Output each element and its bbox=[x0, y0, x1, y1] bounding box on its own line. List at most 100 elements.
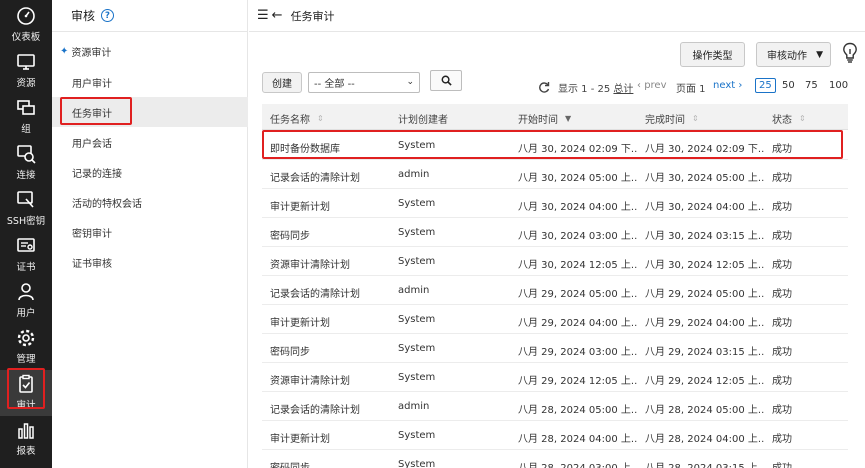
column-header-label: 完成时间 bbox=[645, 115, 685, 126]
pager-prev[interactable]: ‹ prev bbox=[637, 80, 667, 91]
rail-item-dashboard[interactable]: 仪表板 bbox=[0, 2, 52, 48]
pager-page-indicator: 页面 1 bbox=[676, 84, 706, 95]
ssh-key-icon bbox=[17, 191, 34, 208]
gear-icon bbox=[17, 329, 35, 347]
table-cell: 记录会话的清除计划 bbox=[270, 289, 360, 300]
subnav-item-certificate-audit[interactable]: 证书审核 bbox=[52, 247, 248, 277]
table-cell: 成功 bbox=[772, 202, 792, 213]
group-icon bbox=[17, 100, 35, 115]
rail-label: 资源 bbox=[16, 78, 36, 89]
rail-item-ssh-keys[interactable]: SSH密钥 bbox=[0, 186, 52, 232]
audit-action-button[interactable]: 审核动作 ▼ bbox=[756, 42, 831, 67]
refresh-icon[interactable] bbox=[538, 81, 550, 93]
certificate-icon bbox=[17, 238, 35, 252]
table-cell: System bbox=[398, 372, 436, 383]
rail-item-groups[interactable]: 组 bbox=[0, 94, 52, 140]
collapse-menu-icon[interactable]: ☰ bbox=[257, 8, 269, 23]
page-size-100[interactable]: 100 bbox=[829, 80, 848, 91]
rail-item-certificates[interactable]: 证书 bbox=[0, 232, 52, 278]
rail-item-resources[interactable]: 资源 bbox=[0, 48, 52, 94]
table-cell: 成功 bbox=[772, 434, 792, 445]
table-cell: 八月 29, 2024 03:00 上... bbox=[518, 347, 638, 358]
table-row[interactable]: 资源审计清除计划 System 八月 29, 2024 12:05 上... 八月 2… bbox=[262, 363, 848, 392]
pager-total-link[interactable]: 总计 bbox=[613, 84, 633, 95]
subnav-item-user-sessions[interactable]: 用户会话 bbox=[52, 127, 248, 157]
table-cell: 八月 29, 2024 12:05 上... bbox=[645, 376, 765, 387]
table-cell: 八月 30, 2024 12:05 上... bbox=[518, 260, 638, 271]
table-cell: 密码同步 bbox=[270, 347, 310, 358]
table-cell: 八月 30, 2024 03:15 上... bbox=[645, 231, 765, 242]
table-cell: System bbox=[398, 343, 436, 354]
subnav-group-label: 资源审计 bbox=[71, 48, 112, 59]
column-header-status[interactable]: 状态 ⇕ bbox=[772, 111, 806, 126]
audit-action-label: 审核动作 bbox=[767, 51, 807, 62]
rail-item-connections[interactable]: 连接 bbox=[0, 140, 52, 186]
monitor-icon bbox=[17, 54, 35, 70]
dashboard-icon bbox=[17, 7, 35, 25]
table-row[interactable]: 记录会话的清除计划 admin 八月 30, 2024 05:00 上... 八月 3… bbox=[262, 160, 848, 189]
caret-down-icon: ▼ bbox=[816, 50, 823, 60]
column-header-task-name[interactable]: 任务名称 ⇕ bbox=[270, 111, 324, 126]
table-row[interactable]: 密码同步 System 八月 29, 2024 03:00 上... 八月 29, 2… bbox=[262, 334, 848, 363]
column-header-label: 开始时间 bbox=[518, 115, 558, 126]
sort-icon: ⇕ bbox=[799, 114, 806, 123]
table-cell: System bbox=[398, 198, 436, 209]
page-size-25[interactable]: 25 bbox=[755, 78, 776, 93]
subnav-title: 审核 bbox=[71, 9, 96, 23]
back-arrow-icon[interactable]: ← bbox=[272, 8, 283, 23]
pager-next[interactable]: next › bbox=[713, 80, 742, 91]
subnav-item-recorded-connections[interactable]: 记录的连接 bbox=[52, 157, 248, 187]
table-cell: 八月 29, 2024 03:15 上... bbox=[645, 347, 765, 358]
highlight-box-first-row bbox=[262, 130, 843, 159]
rail-item-admin[interactable]: 管理 bbox=[0, 324, 52, 370]
lightbulb-icon[interactable] bbox=[842, 42, 858, 64]
table-row[interactable]: 审计更新计划 System 八月 29, 2024 04:00 上... 八月 29,… bbox=[262, 305, 848, 334]
rail-label: 证书 bbox=[16, 262, 36, 273]
page-size-75[interactable]: 75 bbox=[805, 80, 818, 91]
search-button[interactable] bbox=[430, 70, 462, 91]
highlight-box-task-audit bbox=[60, 97, 132, 125]
table-cell: System bbox=[398, 314, 436, 325]
table-cell: 成功 bbox=[772, 260, 792, 271]
table-cell: 密码同步 bbox=[270, 231, 310, 242]
table-row[interactable]: 记录会话的清除计划 admin 八月 29, 2024 05:00 上... 八月 2… bbox=[262, 276, 848, 305]
table-cell: 八月 29, 2024 05:00 上... bbox=[645, 289, 765, 300]
column-header-end-time[interactable]: 完成时间 ⇕ bbox=[645, 111, 699, 126]
rail-item-users[interactable]: 用户 bbox=[0, 278, 52, 324]
sort-desc-icon: ▼ bbox=[565, 114, 572, 123]
table-row[interactable]: 密码同步 System 八月 30, 2024 03:00 上... 八月 30, 2… bbox=[262, 218, 848, 247]
user-icon bbox=[18, 283, 34, 301]
table-cell: 八月 30, 2024 04:00 上... bbox=[518, 202, 638, 213]
table-cell: 八月 28, 2024 05:00 上... bbox=[518, 405, 638, 416]
help-icon[interactable]: ? bbox=[101, 9, 115, 22]
rail-label: 组 bbox=[21, 124, 31, 135]
operation-type-button[interactable]: 操作类型 bbox=[680, 42, 745, 67]
page-size-50[interactable]: 50 bbox=[782, 80, 795, 91]
subnav-item-active-privileged-sessions[interactable]: 活动的特权会话 bbox=[52, 187, 248, 217]
table-cell: 审计更新计划 bbox=[270, 202, 330, 213]
filter-select[interactable]: -- 全部 -- ⌄ bbox=[308, 72, 420, 93]
subnav-item-user-audit[interactable]: 用户审计 bbox=[52, 67, 248, 97]
report-chart-icon bbox=[18, 423, 34, 439]
table-cell: 审计更新计划 bbox=[270, 318, 330, 329]
table-cell: System bbox=[398, 430, 436, 441]
rail-label: 管理 bbox=[16, 354, 36, 365]
search-icon bbox=[441, 75, 452, 86]
table-row[interactable]: 审计更新计划 System 八月 30, 2024 04:00 上... 八月 30,… bbox=[262, 189, 848, 218]
table-cell: 八月 29, 2024 04:00 上... bbox=[645, 318, 765, 329]
create-button[interactable]: 创建 bbox=[262, 72, 302, 93]
table-row[interactable]: 记录会话的清除计划 admin 八月 28, 2024 05:00 上... 八月 2… bbox=[262, 392, 848, 421]
table-cell: 八月 28, 2024 04:00 上... bbox=[645, 434, 765, 445]
table-cell: 记录会话的清除计划 bbox=[270, 405, 360, 416]
table-row[interactable]: 资源审计清除计划 System 八月 30, 2024 12:05 上... 八月 3… bbox=[262, 247, 848, 276]
column-header-start-time[interactable]: 开始时间 ▼ bbox=[518, 111, 571, 126]
rail-item-reports[interactable]: 报表 bbox=[0, 416, 52, 462]
pager-range-text: 显示 1 - 25 bbox=[558, 84, 611, 95]
table-cell: 成功 bbox=[772, 405, 792, 416]
table-row[interactable]: 审计更新计划 System 八月 28, 2024 04:00 上... 八月 28,… bbox=[262, 421, 848, 450]
table-cell: 八月 28, 2024 05:00 上... bbox=[645, 405, 765, 416]
subnav-group-resource-audit[interactable]: ✦ 资源审计 bbox=[60, 44, 111, 59]
table-row[interactable]: 密码同步 System 八月 28, 2024 03:00 上... 八月 28, 2… bbox=[262, 450, 848, 468]
table-cell: admin bbox=[398, 401, 430, 412]
subnav-item-key-audit[interactable]: 密钥审计 bbox=[52, 217, 248, 247]
